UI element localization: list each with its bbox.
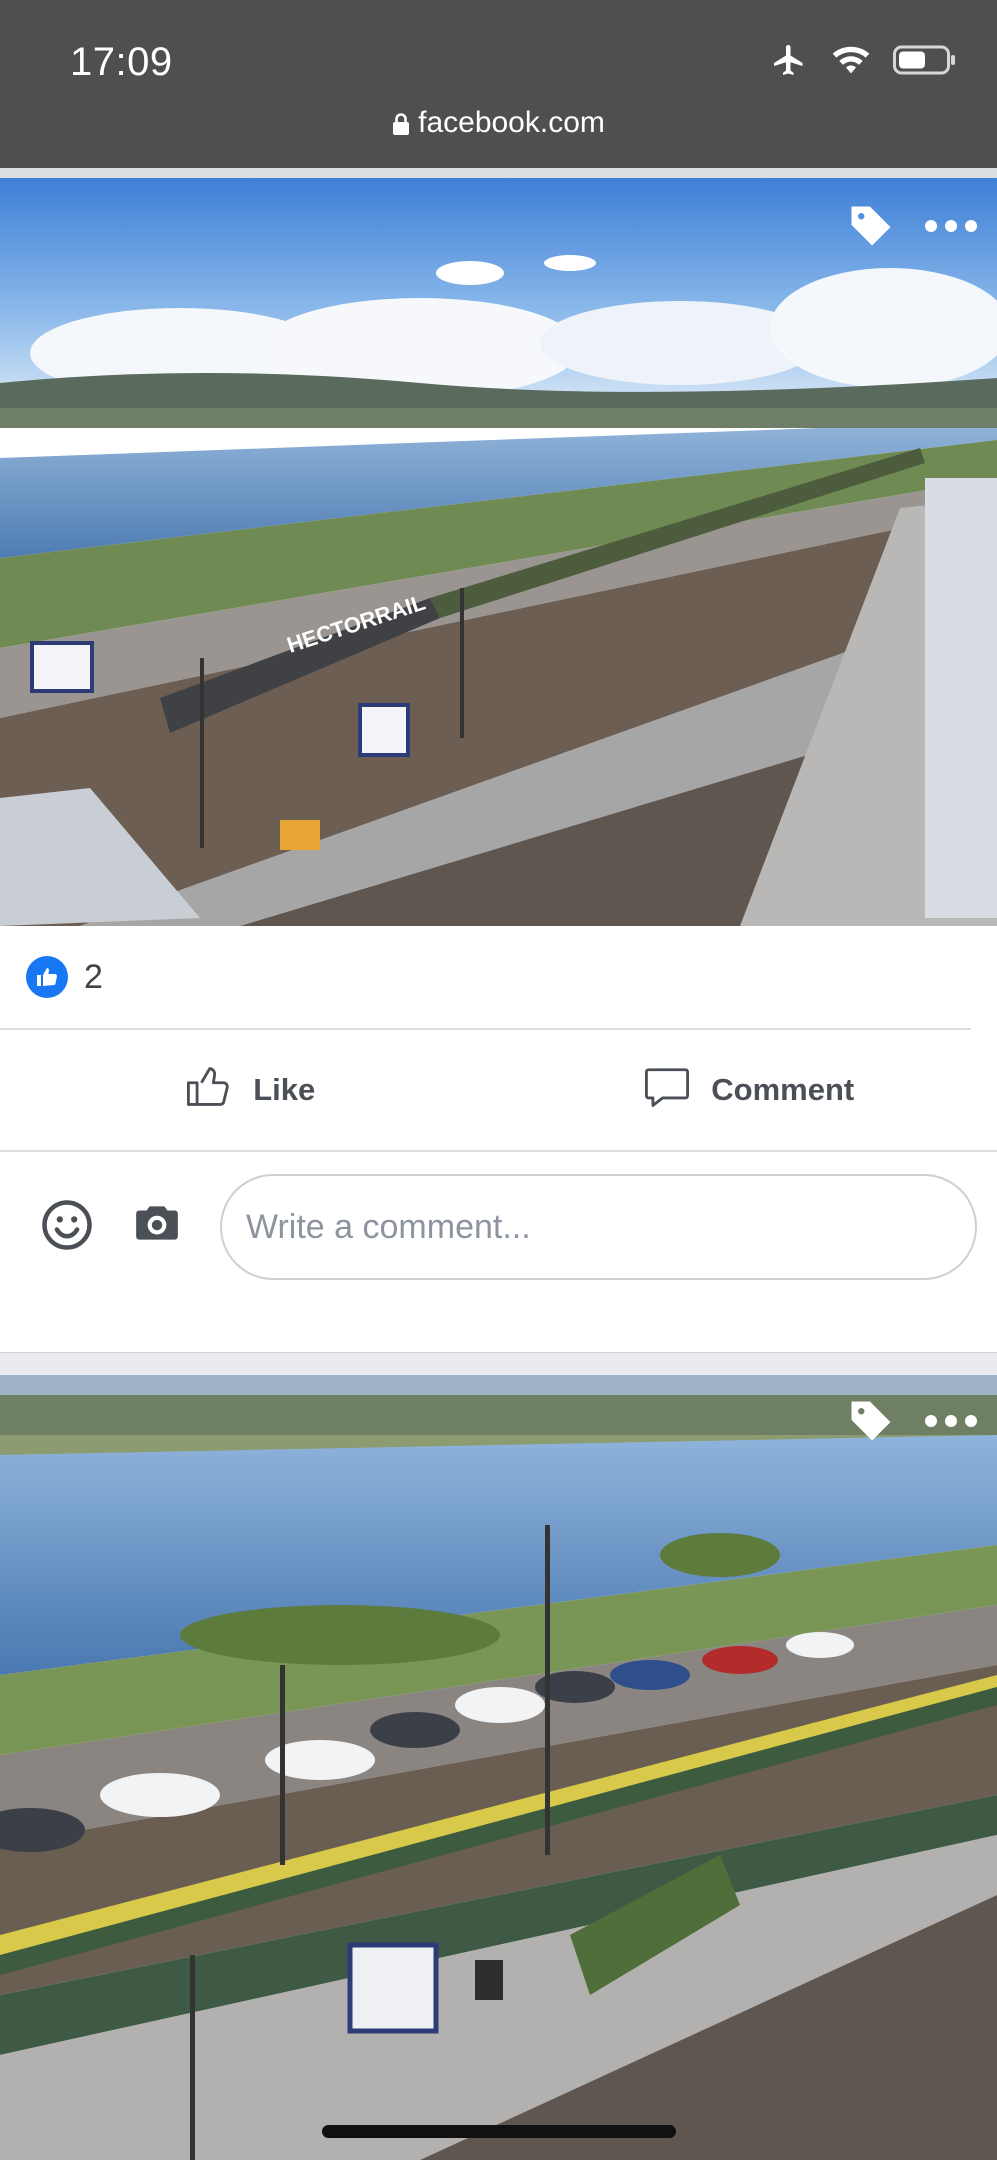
post-card: HECTORRAIL 2 Like Comment — [0, 178, 997, 1353]
address-bar[interactable]: facebook.com — [0, 106, 997, 144]
like-label: Like — [253, 1072, 316, 1107]
url-text: facebook.com — [418, 106, 605, 139]
comment-button[interactable]: Comment — [499, 1030, 997, 1150]
like-button[interactable]: Like — [0, 1030, 499, 1150]
lock-icon — [392, 110, 410, 144]
airplane-icon — [769, 42, 809, 83]
battery-icon — [893, 43, 957, 82]
comment-composer — [0, 1152, 997, 1352]
emoji-icon[interactable] — [40, 1198, 94, 1257]
photo-overlay-actions — [845, 1395, 979, 1452]
status-time: 17:09 — [70, 40, 173, 84]
more-icon[interactable] — [923, 218, 979, 239]
photo-overlay-actions — [845, 200, 979, 257]
tag-icon[interactable] — [845, 1395, 897, 1452]
thumbs-up-icon — [183, 1060, 235, 1120]
browser-top-bar: 17:09 facebook.com — [0, 0, 997, 168]
reactions-summary[interactable]: 2 — [0, 926, 971, 1030]
camera-icon[interactable] — [132, 1198, 182, 1253]
post-actions: Like Comment — [0, 1030, 997, 1152]
comment-label: Comment — [711, 1072, 855, 1107]
home-indicator[interactable] — [322, 2125, 676, 2138]
post-photo-image: HECTORRAIL — [0, 178, 997, 926]
status-icons — [769, 42, 957, 83]
wifi-icon — [831, 43, 871, 82]
post-photo-image — [0, 1375, 997, 2160]
post-photo[interactable] — [0, 1375, 997, 2160]
post-card — [0, 1375, 997, 2160]
comment-bubble-icon — [641, 1060, 693, 1120]
like-reaction-icon — [26, 956, 68, 998]
reaction-count: 2 — [84, 957, 103, 996]
more-icon[interactable] — [923, 1413, 979, 1434]
tag-icon[interactable] — [845, 200, 897, 257]
comment-input[interactable] — [220, 1174, 977, 1280]
post-photo[interactable]: HECTORRAIL — [0, 178, 997, 926]
divider — [0, 168, 997, 178]
